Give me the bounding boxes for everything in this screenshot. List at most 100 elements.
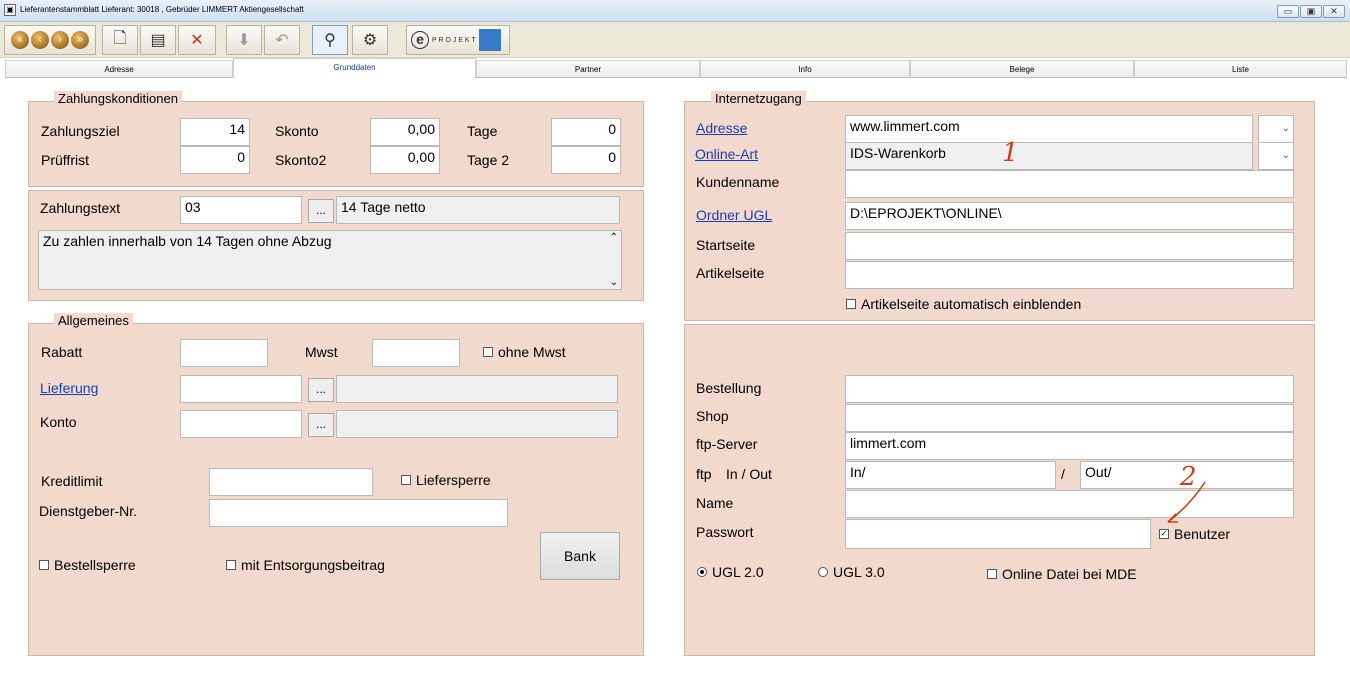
dienstgeber-label: Dienstgeber-Nr.	[39, 503, 138, 519]
tab-grunddaten[interactable]: Grunddaten	[233, 58, 476, 78]
scroll-down-icon[interactable]: ⌄	[610, 277, 618, 288]
allgemeines-legend: Allgemeines	[54, 313, 133, 328]
kundenname-label: Kundenname	[696, 174, 780, 190]
name-label: Name	[696, 495, 734, 511]
tab-adresse[interactable]: Adresse	[5, 60, 233, 78]
tage2-field[interactable]: 0	[551, 146, 621, 174]
artikelseite-field[interactable]	[845, 261, 1294, 289]
annotation-one: 1	[1002, 138, 1019, 168]
tage-field[interactable]: 0	[551, 118, 621, 146]
ugl3-radio[interactable]: UGL 3.0	[818, 564, 885, 580]
tab-belege[interactable]: Belege	[910, 60, 1134, 78]
tab-info[interactable]: Info	[700, 60, 910, 78]
rabatt-field[interactable]	[180, 339, 268, 367]
record-navigation: « ‹ › »	[4, 25, 96, 55]
bestellung-label: Bestellung	[696, 380, 762, 396]
konto-field[interactable]	[180, 410, 302, 438]
lieferung-link[interactable]: Lieferung	[40, 380, 98, 396]
tage-label: Tage	[467, 123, 498, 139]
skonto-label: Skonto	[275, 123, 319, 139]
skonto-field[interactable]: 0,00	[370, 118, 440, 146]
kreditlimit-field[interactable]	[209, 468, 373, 496]
search-button[interactable]: ⚲	[312, 25, 348, 55]
benutzer-box: ✓	[1159, 529, 1169, 540]
skonto2-label: Skonto2	[275, 152, 327, 168]
artikelseite-auto-box	[846, 299, 856, 310]
mde-checkbox[interactable]: Online Datei bei MDE	[987, 566, 1137, 582]
save-button[interactable]: ⬇	[226, 25, 262, 55]
ordner-ugl-field[interactable]: D:\EPROJEKT\ONLINE\	[845, 202, 1294, 230]
minimize-button[interactable]: ▭	[1277, 5, 1299, 18]
lieferung-field[interactable]	[180, 375, 302, 403]
zahlungsziel-label: Zahlungsziel	[41, 123, 120, 139]
new-document-button[interactable]: 🗋	[102, 25, 138, 55]
zahlungstext-long-text[interactable]: Zu zahlen innerhalb von 14 Tagen ohne Ab…	[38, 230, 622, 290]
onlineart-field[interactable]: IDS-Warenkorb	[845, 142, 1253, 170]
delete-button[interactable]: ✕	[178, 25, 216, 55]
edit-card-icon: ▤	[150, 32, 166, 49]
bank-button[interactable]: Bank	[540, 532, 620, 580]
ugl2-radio[interactable]: UGL 2.0	[697, 564, 764, 580]
ordner-ugl-link[interactable]: Ordner UGL	[696, 207, 772, 223]
bestellung-field[interactable]	[845, 375, 1294, 403]
scroll-up-icon[interactable]: ⌃	[610, 232, 618, 243]
konto-lookup-button[interactable]: ...	[308, 413, 334, 437]
name-field[interactable]	[845, 490, 1294, 518]
passwort-field[interactable]	[845, 519, 1151, 549]
ohne-mwst-checkbox[interactable]: ohne Mwst	[483, 344, 566, 360]
adresse-dropdown[interactable]: ⌄	[1258, 115, 1294, 143]
konto-description	[336, 410, 618, 438]
undo-button[interactable]: ↶	[264, 25, 300, 55]
title-bar: ▣ Lieferantenstammblatt Lieferant: 30018…	[0, 0, 1350, 22]
lieferung-lookup-button[interactable]: ...	[308, 378, 334, 402]
prueffrist-field[interactable]: 0	[180, 146, 250, 174]
kundenname-field[interactable]	[845, 170, 1294, 198]
mwst-field[interactable]	[372, 339, 460, 367]
ohne-mwst-box	[483, 347, 493, 358]
next-record-icon[interactable]: ›	[51, 31, 69, 49]
skonto2-field[interactable]: 0,00	[370, 146, 440, 174]
mwst-label: Mwst	[305, 344, 338, 360]
edit-button[interactable]: ▤	[140, 25, 176, 55]
close-button[interactable]: ✕	[1323, 5, 1345, 18]
mde-box	[987, 569, 997, 580]
tools-icon: ⚙	[362, 32, 378, 49]
zahlungstext-code-field[interactable]: 03	[180, 196, 302, 224]
previous-record-icon[interactable]: ‹	[31, 31, 49, 49]
restore-button[interactable]: ▣	[1300, 5, 1322, 18]
eprojekt-button[interactable]: e P R O J E K T	[406, 25, 510, 55]
in-out-separator: /	[1061, 466, 1065, 482]
tab-liste[interactable]: Liste	[1134, 60, 1347, 78]
chevron-down-icon: ⌄	[1281, 123, 1290, 134]
entsorgung-label: mit Entsorgungsbeitrag	[241, 557, 385, 573]
liefersperre-checkbox[interactable]: Liefersperre	[401, 472, 491, 488]
zahlungstext-lookup-button[interactable]: ...	[308, 199, 334, 223]
ugl3-label: UGL 3.0	[833, 564, 885, 580]
startseite-field[interactable]	[845, 232, 1294, 260]
adresse-field[interactable]: www.limmert.com	[845, 115, 1253, 143]
onlineart-link[interactable]: Online-Art	[695, 146, 758, 162]
first-record-icon[interactable]: «	[11, 31, 29, 49]
shop-field[interactable]	[845, 404, 1294, 432]
ugl2-label: UGL 2.0	[712, 564, 764, 580]
ftp-label: ftp	[696, 466, 712, 482]
tab-bar: Adresse Grunddaten Partner Info Belege L…	[0, 58, 1350, 78]
tools-button[interactable]: ⚙	[352, 25, 388, 55]
bestellsperre-box	[39, 560, 49, 571]
bestellsperre-checkbox[interactable]: Bestellsperre	[39, 557, 136, 573]
ftp-in-field[interactable]: In/	[845, 461, 1056, 489]
adresse-link[interactable]: Adresse	[696, 120, 747, 136]
dienstgeber-field[interactable]	[209, 499, 508, 527]
last-record-icon[interactable]: »	[71, 31, 89, 49]
onlineart-dropdown[interactable]: ⌄	[1258, 142, 1294, 170]
liefersperre-box	[401, 475, 411, 486]
entsorgung-checkbox[interactable]: mit Entsorgungsbeitrag	[226, 557, 385, 573]
ftp-server-field[interactable]: limmert.com	[845, 432, 1294, 460]
shop-label: Shop	[696, 408, 729, 424]
zahlungskonditionen-legend: Zahlungskonditionen	[54, 91, 182, 106]
artikelseite-auto-checkbox[interactable]: Artikelseite automatisch einblenden	[846, 296, 1081, 312]
tab-partner[interactable]: Partner	[476, 60, 700, 78]
ohne-mwst-label: ohne Mwst	[498, 344, 566, 360]
zahlungstext-label: Zahlungstext	[40, 200, 121, 216]
zahlungsziel-field[interactable]: 14	[180, 118, 250, 146]
